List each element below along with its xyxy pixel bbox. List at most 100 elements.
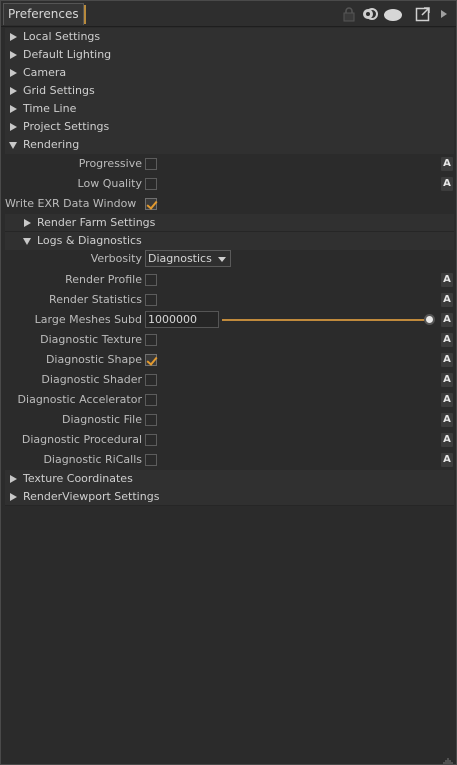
lock-icon[interactable] <box>341 6 357 22</box>
subsection-render-farm[interactable]: Render Farm Settings <box>5 214 454 232</box>
param-diagnostic-file: Diagnostic File A <box>5 411 454 429</box>
param-render-statistics: Render Statistics A <box>5 291 454 309</box>
section-label: Local Settings <box>23 30 101 43</box>
tab-label: Preferences <box>8 7 79 21</box>
expand-arrow-icon <box>10 51 17 59</box>
section-label: Texture Coordinates <box>23 472 133 485</box>
expand-arrow-icon <box>10 105 17 113</box>
param-label: Render Profile <box>65 273 142 286</box>
animate-button[interactable]: A <box>441 157 453 171</box>
low-quality-checkbox[interactable] <box>145 178 157 190</box>
section-grid-settings[interactable]: Grid Settings <box>5 82 454 100</box>
section-texture-coordinates[interactable]: Texture Coordinates <box>5 470 454 488</box>
animate-button[interactable]: A <box>441 293 453 307</box>
expand-arrow-icon <box>10 69 17 77</box>
section-label: Render Farm Settings <box>37 216 156 229</box>
section-time-line[interactable]: Time Line <box>5 100 454 118</box>
section-label: Camera <box>23 66 67 79</box>
large-meshes-input[interactable]: 1000000 <box>145 311 219 328</box>
expand-arrow-icon <box>10 123 17 131</box>
param-label: Diagnostic File <box>61 413 142 426</box>
title-bar: Preferences <box>1 1 456 27</box>
param-write-exr: Write EXR Data Window <box>5 195 454 213</box>
dropdown-value: Diagnostics <box>148 252 212 265</box>
param-large-meshes-subd: Large Meshes Subd 1000000 A <box>5 311 454 329</box>
expand-arrow-icon <box>10 493 17 501</box>
param-label: Write EXR Data Window <box>5 197 137 210</box>
diagnostic-shader-checkbox[interactable] <box>145 374 157 386</box>
animate-button[interactable]: A <box>441 273 453 287</box>
section-project-settings[interactable]: Project Settings <box>5 118 454 136</box>
write-exr-checkbox[interactable] <box>145 198 157 210</box>
resize-grip-icon[interactable] <box>442 754 454 764</box>
param-label: Large Meshes Subd <box>34 313 142 326</box>
param-label: Diagnostic Accelerator <box>17 393 142 406</box>
link-icon[interactable] <box>362 6 378 22</box>
render-statistics-checkbox[interactable] <box>145 294 157 306</box>
section-label: RenderViewport Settings <box>23 490 160 503</box>
param-diagnostic-shape: Diagnostic Shape A <box>5 351 454 369</box>
preferences-tab[interactable]: Preferences <box>3 3 86 25</box>
param-label: Low Quality <box>77 177 142 190</box>
expand-arrow-icon <box>10 475 17 483</box>
diagnostic-procedural-checkbox[interactable] <box>145 434 157 446</box>
animate-button[interactable]: A <box>441 393 453 407</box>
section-label: Default Lighting <box>23 48 112 61</box>
param-label: Diagnostic Shader <box>41 373 142 386</box>
popout-icon[interactable] <box>415 6 431 22</box>
diagnostic-texture-checkbox[interactable] <box>145 334 157 346</box>
collapse-arrow-icon <box>9 142 17 149</box>
dropdown-arrow-icon <box>218 257 226 262</box>
param-diagnostic-accelerator: Diagnostic Accelerator A <box>5 391 454 409</box>
param-label: Diagnostic Texture <box>40 333 142 346</box>
collapse-arrow-icon <box>23 238 31 245</box>
render-profile-checkbox[interactable] <box>145 274 157 286</box>
diagnostic-file-checkbox[interactable] <box>145 414 157 426</box>
param-render-profile: Render Profile A <box>5 271 454 289</box>
subsection-logs-diagnostics[interactable]: Logs & Diagnostics <box>5 232 454 250</box>
section-label: Project Settings <box>23 120 110 133</box>
animate-button[interactable]: A <box>441 177 453 191</box>
progressive-checkbox[interactable] <box>145 158 157 170</box>
section-renderviewport-settings[interactable]: RenderViewport Settings <box>5 488 454 506</box>
diagnostic-shape-checkbox[interactable] <box>145 354 157 366</box>
expand-arrow-icon <box>10 87 17 95</box>
param-label: Verbosity <box>90 252 142 265</box>
animate-button[interactable]: A <box>441 353 453 367</box>
animate-button[interactable]: A <box>441 413 453 427</box>
preferences-window: Preferences Local Settings Default Light… <box>0 0 457 765</box>
menu-arrow-icon[interactable] <box>439 6 449 22</box>
animate-button[interactable]: A <box>441 453 453 467</box>
slider-knob[interactable] <box>424 314 435 325</box>
diagnostic-ricalls-checkbox[interactable] <box>145 454 157 466</box>
animate-button[interactable]: A <box>441 373 453 387</box>
section-label: Grid Settings <box>23 84 95 97</box>
param-progressive: Progressive A <box>5 155 454 173</box>
param-diagnostic-texture: Diagnostic Texture A <box>5 331 454 349</box>
section-label: Rendering <box>23 138 80 151</box>
param-diagnostic-shader: Diagnostic Shader A <box>5 371 454 389</box>
diagnostic-accelerator-checkbox[interactable] <box>145 394 157 406</box>
param-diagnostic-procedural: Diagnostic Procedural A <box>5 431 454 449</box>
param-label: Diagnostic Shape <box>45 353 142 366</box>
param-label: Progressive <box>78 157 142 170</box>
section-camera[interactable]: Camera <box>5 64 454 82</box>
param-label: Render Statistics <box>49 293 142 306</box>
large-meshes-slider-track[interactable] <box>222 319 428 321</box>
animate-button[interactable]: A <box>441 433 453 447</box>
animate-button[interactable]: A <box>441 313 453 327</box>
param-low-quality: Low Quality A <box>5 175 454 193</box>
section-rendering[interactable]: Rendering <box>5 136 454 154</box>
verbosity-dropdown[interactable]: Diagnostics <box>145 250 231 267</box>
section-label: Time Line <box>23 102 77 115</box>
tab-accent-bar <box>83 5 86 24</box>
param-label: Diagnostic Procedural <box>21 433 142 446</box>
toggle-icon[interactable] <box>383 6 403 22</box>
section-default-lighting[interactable]: Default Lighting <box>5 46 454 64</box>
param-verbosity: Verbosity Diagnostics <box>5 250 454 268</box>
animate-button[interactable]: A <box>441 333 453 347</box>
section-label: Logs & Diagnostics <box>37 234 142 247</box>
param-diagnostic-ricalls: Diagnostic RiCalls A <box>5 451 454 469</box>
param-label: Diagnostic RiCalls <box>43 453 142 466</box>
section-local-settings[interactable]: Local Settings <box>5 28 454 46</box>
